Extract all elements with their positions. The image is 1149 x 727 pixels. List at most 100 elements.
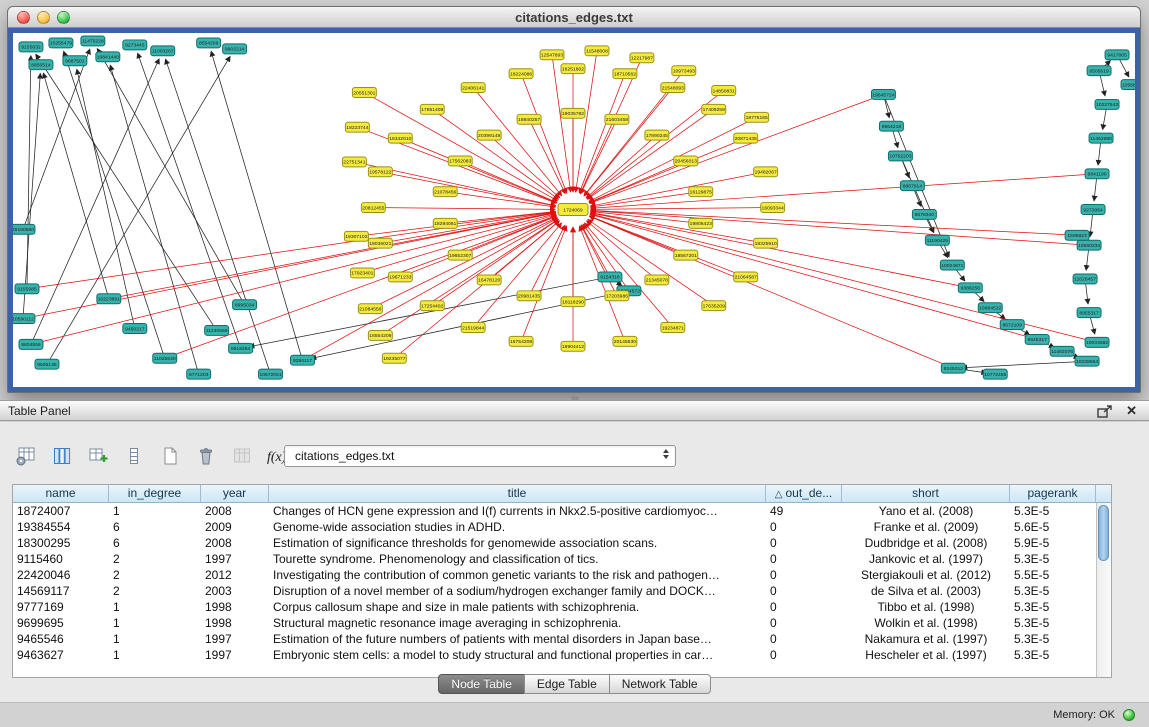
table-row[interactable]: 2242004622012Investigating the contribut… xyxy=(13,567,1096,583)
graph-node[interactable]: 9273445 xyxy=(123,40,147,50)
column-header-short[interactable]: short xyxy=(842,485,1010,502)
graph-node[interactable]: 10227543 xyxy=(1095,99,1119,109)
graph-node[interactable]: 9578340 xyxy=(912,210,936,220)
graph-node[interactable]: 10841440 xyxy=(96,52,120,62)
graph-node[interactable]: 9450217 xyxy=(123,324,147,334)
graph-node[interactable]: 8867914 xyxy=(900,181,924,191)
graph-node[interactable]: 17851409 xyxy=(420,104,444,114)
graph-node[interactable]: 18904412 xyxy=(561,341,585,351)
column-header-year[interactable]: year xyxy=(201,485,269,502)
table-row[interactable]: 1830029562008Estimation of significance … xyxy=(13,535,1096,551)
graph-node[interactable]: 18224086 xyxy=(509,69,533,79)
graph-node[interactable]: 12217987 xyxy=(630,53,654,63)
graph-node[interactable]: 9245012 xyxy=(941,363,965,373)
graph-node[interactable]: 10752203 xyxy=(888,151,912,161)
graph-node[interactable]: 21603458 xyxy=(605,114,629,124)
graph-node[interactable]: 17562083 xyxy=(448,156,472,166)
create-column-button[interactable] xyxy=(84,442,112,470)
column-header-pagerank[interactable]: pagerank xyxy=(1010,485,1096,502)
graph-node[interactable]: 19035782 xyxy=(561,108,585,118)
graph-node[interactable]: 8804556 xyxy=(19,339,43,349)
table-row[interactable]: 946554611997Estimation of the future num… xyxy=(13,631,1096,647)
graph-node[interactable]: 16093344 xyxy=(761,203,785,213)
graph-node[interactable]: 20871435 xyxy=(734,133,758,143)
graph-node[interactable]: 9155985 xyxy=(15,284,39,294)
table-row[interactable]: 911546021997Tourette syndrome. Phenomeno… xyxy=(13,551,1096,567)
graph-node[interactable]: 18775165 xyxy=(745,112,769,122)
graph-node[interactable]: 9273064 xyxy=(1081,205,1105,215)
graph-node[interactable]: 12547893 xyxy=(540,50,564,60)
graph-node[interactable]: 21548093 xyxy=(661,83,685,93)
graph-node[interactable]: 22406141 xyxy=(461,83,485,93)
graph-node[interactable]: 10024871 xyxy=(940,260,964,270)
graph-node[interactable]: 9845317 xyxy=(1025,334,1049,344)
graph-node[interactable]: 22751341 xyxy=(342,157,366,167)
graph-node[interactable]: 19578122 xyxy=(368,167,392,177)
graph-node[interactable]: 18567201 xyxy=(674,250,698,260)
graph-node[interactable]: 9505619 xyxy=(1087,66,1111,76)
graph-node[interactable]: 8771203 xyxy=(187,369,211,379)
graph-node[interactable]: 11026457 xyxy=(1073,274,1097,284)
graph-node[interactable]: 16754208 xyxy=(509,336,533,346)
show-columns-button[interactable] xyxy=(48,442,76,470)
graph-node[interactable]: 14850831 xyxy=(712,86,736,96)
graph-node[interactable]: 17254402 xyxy=(420,301,444,311)
graph-node[interactable]: 10590112 xyxy=(13,314,35,324)
graph-node[interactable]: 1724069 xyxy=(558,204,588,216)
tab-edge-table[interactable]: Edge Table xyxy=(524,674,610,694)
graph-node[interactable]: 25160550 xyxy=(13,224,35,234)
graph-node[interactable]: 11475228 xyxy=(81,36,105,46)
table-row[interactable]: 1938455462009Genome-wide association stu… xyxy=(13,519,1096,535)
graph-node[interactable]: 19482067 xyxy=(754,167,778,177)
graph-node[interactable]: 8841190 xyxy=(1085,169,1109,179)
graph-node[interactable]: 19671233 xyxy=(388,272,412,282)
graph-node[interactable]: 18294061 xyxy=(433,218,457,228)
column-header-name[interactable]: name xyxy=(13,485,109,502)
graph-node[interactable]: 9417805 xyxy=(1105,50,1129,60)
table-row[interactable]: 1456911722003Disruption of a novel membe… xyxy=(13,583,1096,599)
graph-node[interactable]: 10772455 xyxy=(983,369,1007,379)
graph-node[interactable]: 20551301 xyxy=(352,88,376,98)
graph-node[interactable]: 19234871 xyxy=(661,323,685,333)
graph-node[interactable]: 10590234 xyxy=(1077,240,1101,250)
window-titlebar[interactable]: citations_edges.txt xyxy=(8,7,1140,28)
graph-node[interactable]: 18710562 xyxy=(613,69,637,79)
graph-node[interactable]: 10964532 xyxy=(978,303,1002,313)
graph-node[interactable]: 8554209 xyxy=(197,38,221,48)
import-table-button[interactable] xyxy=(228,442,256,470)
table-row[interactable]: 969969511998Structural magnetic resonanc… xyxy=(13,615,1096,631)
graph-node[interactable]: 20981435 xyxy=(517,291,541,301)
graph-node[interactable]: 17635209 xyxy=(702,301,726,311)
graph-node[interactable]: 19652307 xyxy=(448,250,472,260)
graph-node[interactable]: 18118290 xyxy=(561,297,585,307)
graph-node[interactable]: 8995034 xyxy=(233,300,257,310)
graph-node[interactable]: 9964218 xyxy=(879,121,903,131)
column-header-out_degree[interactable]: △out_de... xyxy=(766,485,842,502)
graph-node[interactable]: 16129875 xyxy=(689,187,713,197)
graph-node[interactable]: 16478120 xyxy=(477,275,501,285)
graph-node[interactable]: 10973493 xyxy=(672,66,696,76)
graph-node[interactable]: 10672051 xyxy=(259,369,283,379)
graph-node[interactable]: 8850514 xyxy=(29,60,53,70)
graph-node[interactable]: 21345078 xyxy=(645,275,669,285)
close-panel-icon[interactable]: ✕ xyxy=(1126,403,1137,419)
graph-node[interactable]: 17923401 xyxy=(350,268,374,278)
graph-node[interactable]: 18325910 xyxy=(754,238,778,248)
graph-node[interactable]: 9154318 xyxy=(598,272,622,282)
graph-node[interactable]: 10568213 xyxy=(1121,80,1135,90)
graph-node[interactable]: 19235077 xyxy=(382,353,406,363)
graph-node[interactable]: 9918264 xyxy=(229,343,253,353)
float-panel-icon[interactable] xyxy=(1097,405,1113,419)
table-row[interactable]: 946362711997Embryonic stem cells: a mode… xyxy=(13,647,1096,663)
tab-node-table[interactable]: Node Table xyxy=(438,674,525,694)
graph-node[interactable]: 19806423 xyxy=(689,218,713,228)
graph-node[interactable]: 8955317 xyxy=(1077,308,1101,318)
column-header-title[interactable]: title xyxy=(269,485,766,502)
tab-network-table[interactable]: Network Table xyxy=(609,674,711,694)
graph-node[interactable]: 20145530 xyxy=(613,336,637,346)
graph-node[interactable]: 16840257 xyxy=(517,114,541,124)
graph-node[interactable]: 9687501 xyxy=(63,56,87,66)
scrollbar-thumb[interactable] xyxy=(1098,505,1109,561)
graph-node[interactable]: 11462980 xyxy=(1089,133,1113,143)
graph-node[interactable]: 10255479 xyxy=(49,38,73,48)
